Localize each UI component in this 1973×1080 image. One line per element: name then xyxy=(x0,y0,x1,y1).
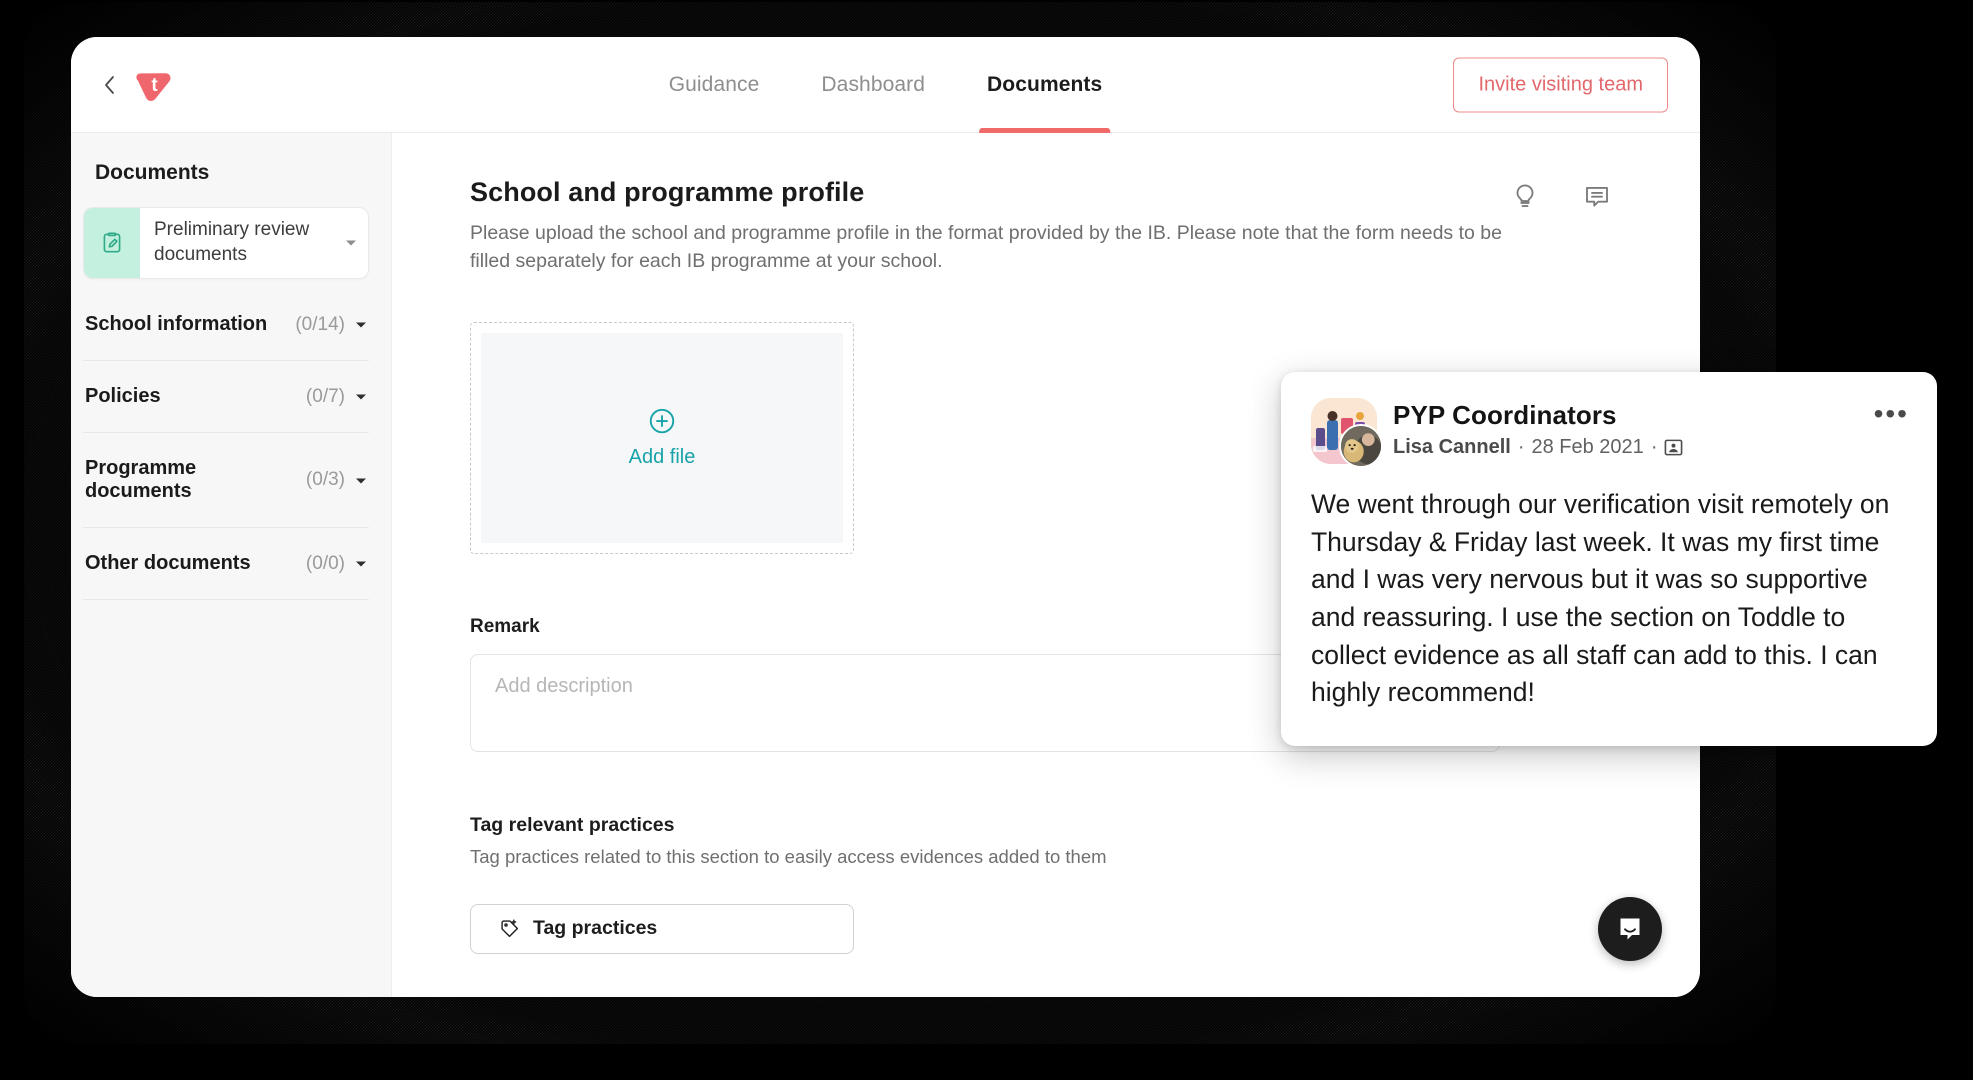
add-file-label: Add file xyxy=(628,446,696,469)
testimonial-separator-2: · xyxy=(1650,436,1658,458)
testimonial-author: Lisa Cannell xyxy=(1393,436,1511,458)
chevron-down-icon[interactable] xyxy=(355,317,367,332)
toddle-logo-letter: t xyxy=(151,75,158,96)
page-description: Please upload the school and programme p… xyxy=(470,222,1502,273)
chevron-down-icon[interactable] xyxy=(334,208,368,278)
chat-launcher-button[interactable] xyxy=(1598,897,1662,961)
documents-sidebar: Documents Preliminary review documents S… xyxy=(71,133,392,997)
intercom-chat-icon xyxy=(1620,918,1640,940)
screenshot-root: t Guidance Dashboard Documents Invite vi… xyxy=(0,0,1973,1080)
testimonial-meta: Lisa Cannell · 28 Feb 2021 · xyxy=(1393,436,1683,459)
more-options-icon[interactable]: ••• xyxy=(1874,400,1909,428)
tab-dashboard-label: Dashboard xyxy=(821,73,926,96)
document-edit-icon xyxy=(103,232,121,253)
tab-dashboard[interactable]: Dashboard xyxy=(821,37,925,133)
sidebar-item-other-documents-label: Other documents xyxy=(85,552,251,574)
app-header: t Guidance Dashboard Documents Invite vi… xyxy=(71,37,1700,133)
add-file-button[interactable]: Add file xyxy=(481,332,843,543)
tag-practices-button[interactable]: Tag practices xyxy=(470,903,854,954)
sidebar-item-programme-documents-label: Programme documents xyxy=(85,457,197,502)
sidebar-item-other-documents[interactable]: Other documents (0/0) xyxy=(83,528,369,600)
main-nav-tabs: Guidance Dashboard Documents xyxy=(669,37,1111,133)
chevron-down-icon[interactable] xyxy=(355,473,367,488)
sidebar-item-policies[interactable]: Policies (0/7) xyxy=(83,361,369,433)
plus-circle-icon xyxy=(647,406,677,436)
testimonial-date: 28 Feb 2021 xyxy=(1531,436,1644,458)
group-audience-icon[interactable] xyxy=(1664,438,1683,457)
toddle-logo-icon: t xyxy=(136,72,171,101)
remark-placeholder: Add description xyxy=(495,674,633,697)
tab-guidance[interactable]: Guidance xyxy=(669,37,760,133)
sidebar-item-preliminary-review-documents[interactable]: Preliminary review documents xyxy=(83,207,369,279)
tag-practices-button-label: Tag practices xyxy=(533,917,658,940)
author-photo xyxy=(1339,424,1383,468)
back-button[interactable] xyxy=(97,72,123,98)
chevron-down-icon[interactable] xyxy=(355,556,367,571)
sidebar-item-policies-count: (0/7) xyxy=(305,385,345,407)
testimonial-header: PYP Coordinators Lisa Cannell · 28 Feb 2… xyxy=(1311,398,1909,468)
page-title: School and programme profile xyxy=(470,177,865,207)
sidebar-item-programme-documents[interactable]: Programme documents (0/3) xyxy=(83,433,369,528)
avatar xyxy=(1311,398,1383,468)
section-action-icons xyxy=(1510,181,1612,211)
sidebar-item-school-information-count: (0/14) xyxy=(295,313,345,335)
sidebar-item-policies-label: Policies xyxy=(85,385,161,407)
chevron-left-icon xyxy=(105,75,114,94)
sidebar-item-school-information-label: School information xyxy=(85,313,268,335)
testimonial-group-name: PYP Coordinators xyxy=(1393,400,1617,430)
sidebar-item-preliminary-label: Preliminary review documents xyxy=(154,219,310,265)
testimonial-identity: PYP Coordinators Lisa Cannell · 28 Feb 2… xyxy=(1393,398,1683,459)
tag-plus-icon xyxy=(499,918,520,939)
sidebar-item-other-documents-count: (0/0) xyxy=(305,552,345,574)
sidebar-item-school-information[interactable]: School information (0/14) xyxy=(83,289,369,361)
testimonial-body: We went through our verification visit r… xyxy=(1311,489,1890,708)
chevron-down-icon[interactable] xyxy=(355,389,367,404)
testimonial-card: PYP Coordinators Lisa Cannell · 28 Feb 2… xyxy=(1281,372,1937,746)
invite-visiting-team-button[interactable]: Invite visiting team xyxy=(1453,57,1668,112)
testimonial-separator-1: · xyxy=(1517,436,1525,458)
tag-section-title: Tag relevant practices xyxy=(470,813,675,836)
tab-guidance-label: Guidance xyxy=(668,73,760,96)
sidebar-item-programme-documents-count: (0/3) xyxy=(305,469,345,490)
comment-icon[interactable] xyxy=(1582,181,1612,211)
lightbulb-icon[interactable] xyxy=(1510,181,1540,211)
tab-documents-label: Documents xyxy=(987,73,1103,96)
toddle-logo[interactable]: t xyxy=(134,64,176,106)
tab-documents[interactable]: Documents xyxy=(979,37,1111,133)
sidebar-title: Documents xyxy=(95,161,210,184)
sidebar-sections: School information (0/14) Policies (0/7) xyxy=(83,289,369,600)
document-edit-icon-wrap xyxy=(84,208,140,278)
tag-section-subtitle: Tag practices related to this section to… xyxy=(470,845,1107,867)
file-dropzone[interactable]: Add file xyxy=(470,321,854,554)
